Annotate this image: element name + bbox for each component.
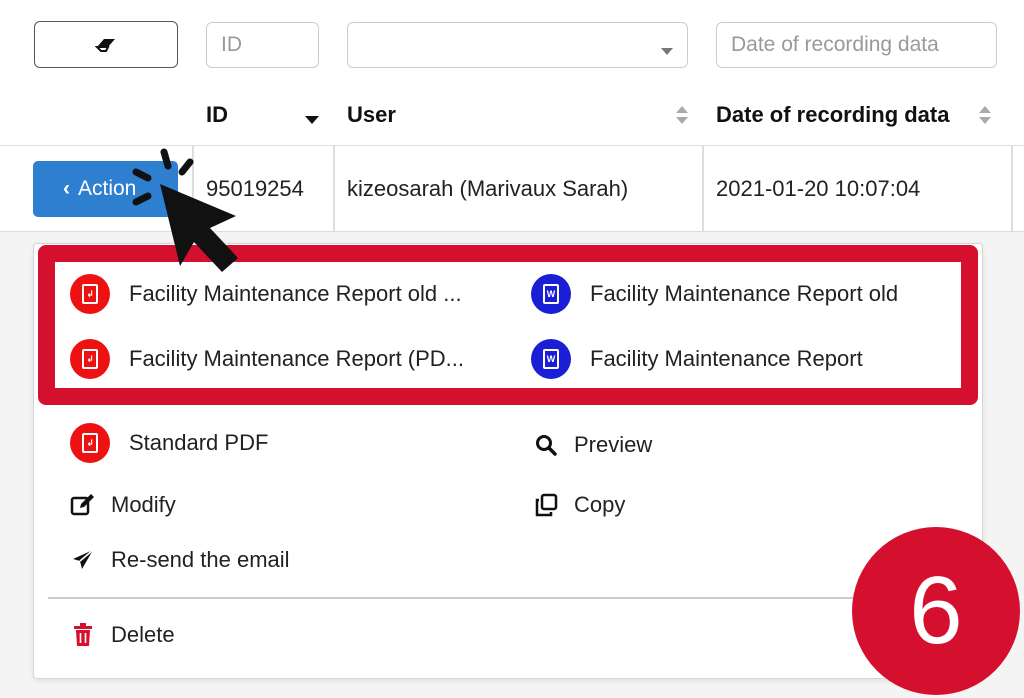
clear-filters-button[interactable] [34,21,178,68]
date-filter-placeholder: Date of recording data [731,33,939,56]
trash-icon [70,622,96,648]
column-divider [333,146,335,232]
eraser-icon [95,38,115,52]
menu-item-standard-pdf[interactable]: ↲ Standard PDF [70,423,268,463]
cell-date: 2021-01-20 10:07:04 [716,176,921,201]
pdf-icon: ↲ [70,423,110,463]
id-filter-input[interactable]: ID [206,22,319,68]
column-header-date[interactable]: Date of recording data [716,102,949,128]
action-button-label: Action [78,177,137,200]
column-divider [1011,146,1013,232]
column-divider [702,146,704,232]
menu-item-label: Preview [574,432,653,457]
paper-plane-icon [70,547,96,573]
menu-item-label: Delete [111,622,175,647]
sort-icon[interactable] [979,106,991,128]
menu-item-label: Standard PDF [129,430,269,455]
menu-item-modify[interactable]: Modify [70,492,176,518]
cell-user: kizeosarah (Marivaux Sarah) [347,176,629,201]
menu-item-copy[interactable]: Copy [533,492,625,518]
edit-icon [70,492,96,518]
menu-item-resend-email[interactable]: Re-send the email [70,547,290,573]
menu-divider [48,597,973,599]
filter-row: ID Date of recording data [0,0,1024,90]
menu-item-delete[interactable]: Delete [70,622,175,648]
column-header-id[interactable]: ID [206,102,228,128]
page: ID Date of recording data ID User Date o… [0,0,1024,698]
date-filter-input[interactable]: Date of recording data [716,22,997,68]
user-filter-select[interactable] [347,22,688,68]
menu-item-label: Copy [574,492,626,517]
menu-item-label: Modify [111,492,176,517]
menu-item-label: Re-send the email [111,547,290,572]
sort-icon[interactable] [676,106,688,128]
chevron-left-icon: ‹ [63,177,70,200]
column-header-user[interactable]: User [347,102,396,128]
search-icon [533,432,559,458]
id-filter-placeholder: ID [221,33,242,56]
step-badge: 6 [852,527,1020,695]
mouse-pointer-icon [132,148,238,272]
sort-desc-icon[interactable] [305,116,319,124]
menu-item-preview[interactable]: Preview [533,432,652,458]
table-header: ID User Date of recording data [0,90,1024,146]
chevron-down-icon [661,48,673,55]
copy-icon [533,492,559,518]
